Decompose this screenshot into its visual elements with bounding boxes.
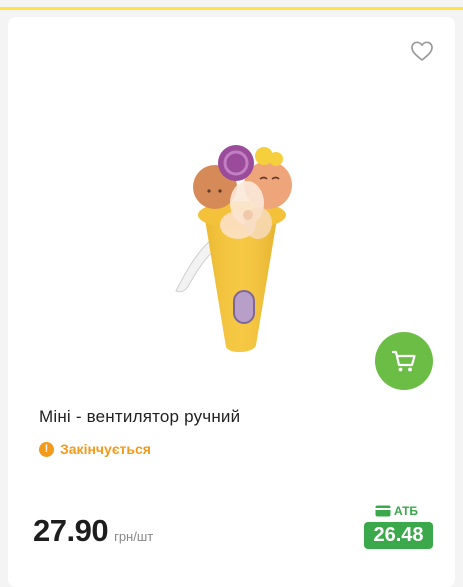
price-unit: грн/шт	[114, 529, 154, 544]
card-icon	[375, 505, 391, 517]
cart-icon	[391, 350, 416, 372]
top-header-strip	[0, 0, 463, 12]
price-value: 27.90	[33, 513, 109, 548]
add-to-cart-button[interactable]	[375, 332, 433, 390]
yellow-accent-line	[0, 7, 463, 10]
atb-card-label: АТБ	[375, 504, 418, 518]
product-title[interactable]: Міні - вентилятор ручний	[39, 407, 240, 427]
product-image[interactable]	[160, 123, 302, 355]
product-card[interactable]: Міні - вентилятор ручний ! Закінчується …	[8, 17, 455, 587]
warning-icon: !	[39, 441, 54, 457]
price-block: 27.90 грн/шт	[33, 513, 153, 549]
stock-status: ! Закінчується	[39, 441, 151, 457]
atb-label-text: АТБ	[394, 504, 419, 518]
stock-status-label: Закінчується	[60, 441, 151, 457]
atb-price-badge: 26.48	[364, 522, 433, 549]
heart-outline-icon[interactable]	[410, 40, 434, 62]
